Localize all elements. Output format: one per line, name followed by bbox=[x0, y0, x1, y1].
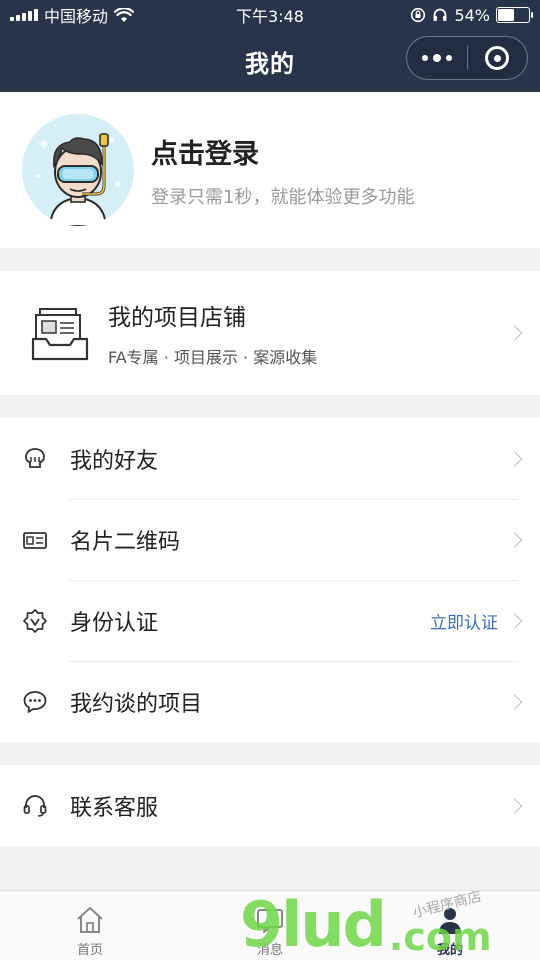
tab-bar: 首页 消息 我的 bbox=[0, 890, 540, 960]
signal-icon bbox=[10, 9, 38, 21]
chevron-right-icon bbox=[506, 612, 523, 629]
chevron-right-icon bbox=[506, 450, 523, 467]
section-gap bbox=[0, 742, 540, 765]
battery-icon bbox=[496, 7, 533, 23]
menu-label: 我约谈的项目 bbox=[70, 691, 203, 717]
default-avatar-icon bbox=[22, 114, 134, 226]
target-close-icon bbox=[485, 46, 510, 70]
menu-item-business-card[interactable]: 名片二维码 bbox=[0, 499, 540, 580]
headphones-icon bbox=[433, 8, 447, 21]
menu-item-identity-verification[interactable]: 身份认证 立即认证 bbox=[0, 580, 540, 661]
more-button[interactable] bbox=[407, 37, 467, 79]
menu-group-2: 联系客服 bbox=[0, 765, 540, 846]
tab-label: 首页 bbox=[76, 943, 103, 958]
section-gap bbox=[0, 248, 540, 271]
friends-icon bbox=[22, 446, 48, 472]
chevron-right-icon bbox=[506, 693, 523, 710]
verify-now-link[interactable]: 立即认证 bbox=[430, 608, 498, 633]
tab-profile[interactable]: 我的 bbox=[360, 891, 540, 960]
menu-label: 身份认证 bbox=[70, 610, 159, 636]
close-button[interactable] bbox=[468, 37, 528, 79]
tab-messages[interactable]: 消息 bbox=[180, 891, 360, 960]
login-title[interactable]: 点击登录 bbox=[151, 132, 414, 171]
menu-item-friends[interactable]: 我的好友 bbox=[0, 418, 540, 499]
tab-home[interactable]: 首页 bbox=[0, 891, 180, 960]
home-icon bbox=[73, 903, 107, 937]
login-subtitle: 登录只需1秒，就能体验更多功能 bbox=[151, 186, 415, 208]
tab-label: 消息 bbox=[256, 943, 283, 958]
store-title: 我的项目店铺 bbox=[108, 305, 246, 331]
login-card[interactable]: 点击登录 登录只需1秒，就能体验更多功能 bbox=[0, 92, 540, 248]
id-card-icon bbox=[22, 527, 48, 553]
menu-label: 我的好友 bbox=[70, 448, 159, 474]
chevron-right-icon bbox=[506, 531, 523, 548]
headset-icon bbox=[22, 793, 48, 819]
menu-item-my-meetings[interactable]: 我约谈的项目 bbox=[0, 661, 540, 742]
battery-percent: 54% bbox=[454, 5, 490, 25]
more-dots-icon bbox=[421, 54, 452, 62]
message-icon bbox=[253, 903, 287, 937]
chevron-right-icon bbox=[506, 325, 523, 341]
status-bar: 中国移动 下午3:48 54% bbox=[0, 0, 540, 30]
profile-icon bbox=[433, 903, 467, 937]
store-subtitle: FA专属 · 项目展示 · 案源收集 bbox=[108, 348, 318, 367]
section-gap bbox=[0, 395, 540, 418]
rotation-lock-icon bbox=[411, 7, 426, 23]
store-box-icon bbox=[31, 308, 89, 361]
menu-label: 联系客服 bbox=[70, 795, 159, 821]
verified-badge-icon bbox=[22, 608, 48, 634]
wifi-icon bbox=[114, 7, 135, 22]
nav-bar: 我的 bbox=[0, 30, 540, 92]
avatar[interactable] bbox=[22, 114, 134, 226]
mini-program-capsule bbox=[406, 36, 528, 80]
my-project-store[interactable]: 我的项目店铺 FA专属 · 项目展示 · 案源收集 bbox=[0, 271, 540, 395]
tab-label: 我的 bbox=[436, 943, 463, 958]
menu-label: 名片二维码 bbox=[70, 529, 181, 555]
top-bar: 中国移动 下午3:48 54% 我的 bbox=[0, 0, 540, 92]
menu-group-1: 我的好友 名片二维码 身份认证 立即认证 我约谈的项目 bbox=[0, 418, 540, 742]
chat-bubble-icon bbox=[22, 689, 48, 715]
chevron-right-icon bbox=[506, 797, 523, 814]
page-title: 我的 bbox=[245, 49, 295, 78]
menu-item-customer-service[interactable]: 联系客服 bbox=[0, 765, 540, 846]
carrier-name: 中国移动 bbox=[44, 7, 109, 26]
